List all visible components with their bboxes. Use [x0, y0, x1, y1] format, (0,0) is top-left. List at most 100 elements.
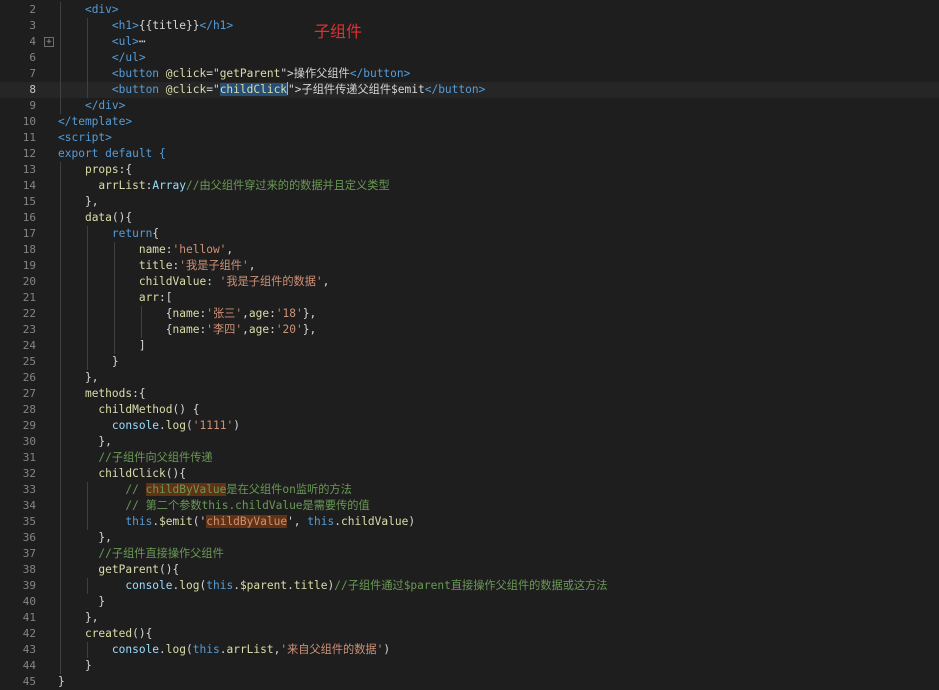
code-line[interactable]: 32 childClick(){: [0, 466, 939, 482]
code-token: {{title}}: [138, 19, 200, 32]
code-line[interactable]: 34 // 第二个参数this.childValue是需要传的值: [0, 498, 939, 514]
code-text: props:{: [58, 162, 132, 178]
code-line[interactable]: 30 },: [0, 434, 939, 450]
code-line[interactable]: 15 },: [0, 194, 939, 210]
code-token: '张三': [206, 307, 243, 320]
code-token: () {: [172, 403, 200, 416]
code-line[interactable]: 4 + <ul>⋯: [0, 34, 939, 50]
fold-expand-icon[interactable]: +: [44, 37, 54, 47]
code-line[interactable]: 9 </div>: [0, 98, 939, 114]
line-number: 6: [29, 51, 36, 64]
code-text: arr:[: [58, 290, 173, 306]
code-line[interactable]: 20 childValue: '我是子组件的数据',: [0, 274, 939, 290]
code-token: ): [408, 515, 416, 528]
code-line[interactable]: 3 <h1>{{title}}</h1>: [0, 18, 939, 34]
code-line[interactable]: 33 // childByValue是在父组件on监听的方法: [0, 482, 939, 498]
code-token: $parent: [239, 579, 288, 592]
code-line[interactable]: 45}: [0, 674, 939, 690]
code-line[interactable]: 39 console.log(this.$parent.title)//子组件通…: [0, 578, 939, 594]
code-token: ,: [248, 259, 256, 272]
line-number: 45: [22, 675, 36, 688]
code-text: <div>: [58, 2, 119, 18]
code-text: //子组件直接操作父组件: [58, 546, 223, 562]
code-line[interactable]: 11 <script>: [0, 130, 939, 146]
code-token: <h1>: [111, 19, 139, 32]
code-editor[interactable]: 2 <div> 3 <h1>{{title}}</h1> 4 + <ul>⋯ 6 </u…: [0, 0, 939, 688]
code-line[interactable]: 44 }: [0, 658, 939, 674]
code-line[interactable]: 43 console.log(this.arrList,'来自父组件的数据'): [0, 642, 939, 658]
code-line[interactable]: 35 this.$emit('childByValue', this.child…: [0, 514, 939, 530]
code-token: },: [84, 611, 99, 624]
code-token: 'hellow': [172, 243, 227, 256]
code-line[interactable]: 16 data(){: [0, 210, 939, 226]
code-line[interactable]: 17 return{: [0, 226, 939, 242]
code-token: },: [84, 195, 99, 208]
code-token: (: [186, 643, 193, 656]
code-line[interactable]: 6 </ul>: [0, 50, 939, 66]
code-line[interactable]: 14 arrList:Array//由父组件穿过来的的数据并且定义类型: [0, 178, 939, 194]
code-token: }: [84, 659, 92, 672]
code-token: '我是子组件': [179, 259, 249, 272]
code-text: {name:'张三',age:'18'},: [58, 306, 316, 322]
code-line[interactable]: 26 },: [0, 370, 939, 386]
code-line[interactable]: 40 }: [0, 594, 939, 610]
code-line[interactable]: 24 ]: [0, 338, 939, 354]
code-line[interactable]: 10 </template>: [0, 114, 939, 130]
code-line[interactable]: 37 //子组件直接操作父组件: [0, 546, 939, 562]
code-line[interactable]: 12 export default {: [0, 146, 939, 162]
line-number: 34: [22, 499, 36, 512]
code-text: // 第二个参数this.childValue是需要传的值: [58, 498, 369, 514]
line-number: 32: [22, 467, 36, 480]
code-line[interactable]: 7 <button @click="getParent">操作父组件</butt…: [0, 66, 939, 82]
line-number: 16: [22, 211, 36, 224]
code-line[interactable]: 2 <div>: [0, 2, 939, 18]
line-number: 9: [29, 99, 36, 112]
line-number: 15: [22, 195, 36, 208]
code-token: '1111': [192, 419, 234, 432]
code-text: console.log(this.$parent.title)//子组件通过$p…: [58, 578, 607, 594]
code-token: ',: [287, 515, 308, 528]
code-line[interactable]: 27 methods:{: [0, 386, 939, 402]
code-line[interactable]: 19 title:'我是子组件',: [0, 258, 939, 274]
code-text: <h1>{{title}}</h1>: [58, 18, 233, 34]
code-token: },: [98, 435, 112, 448]
code-text: },: [58, 370, 98, 386]
code-token: :: [269, 307, 276, 320]
code-line[interactable]: 28 childMethod() {: [0, 402, 939, 418]
code-token: }: [98, 595, 106, 608]
code-token: this: [125, 515, 153, 528]
code-line[interactable]: 21 arr:[: [0, 290, 939, 306]
code-line[interactable]: 38 getParent(){: [0, 562, 939, 578]
code-token: .: [159, 643, 166, 656]
code-line[interactable]: 23 {name:'李四',age:'20'},: [0, 322, 939, 338]
code-token: }: [58, 675, 65, 688]
code-line[interactable]: 42 created(){: [0, 626, 939, 642]
code-token: log: [179, 579, 200, 592]
code-line[interactable]: 8 <button @click="childClick">子组件传递父组件$e…: [0, 82, 939, 98]
code-token: {: [165, 323, 173, 336]
code-line[interactable]: 22 {name:'张三',age:'18'},: [0, 306, 939, 322]
code-token: ">: [280, 67, 294, 80]
code-token: //由父组件穿过来的的数据并且定义类型: [186, 179, 390, 192]
code-token: </div>: [84, 99, 126, 112]
code-line[interactable]: 25 }: [0, 354, 939, 370]
code-token: (){: [165, 467, 186, 480]
code-line[interactable]: 36 },: [0, 530, 939, 546]
code-token: childValue: [138, 275, 207, 288]
code-line[interactable]: 13 props:{: [0, 162, 939, 178]
code-token: (: [186, 419, 193, 432]
line-number: 26: [22, 371, 36, 384]
code-token: <div>: [84, 3, 119, 16]
code-token: (': [192, 515, 207, 528]
code-token: ">: [288, 83, 302, 96]
code-token: ,: [242, 307, 249, 320]
code-line[interactable]: 31 //子组件向父组件传递: [0, 450, 939, 466]
code-text: childValue: '我是子组件的数据',: [58, 274, 330, 290]
code-line[interactable]: 29 console.log('1111'): [0, 418, 939, 434]
code-line[interactable]: 41 },: [0, 610, 939, 626]
code-token: '18': [275, 307, 303, 320]
line-number: 27: [22, 387, 36, 400]
code-line[interactable]: 18 name:'hellow',: [0, 242, 939, 258]
code-token: },: [302, 323, 317, 336]
code-token: age: [248, 307, 270, 320]
